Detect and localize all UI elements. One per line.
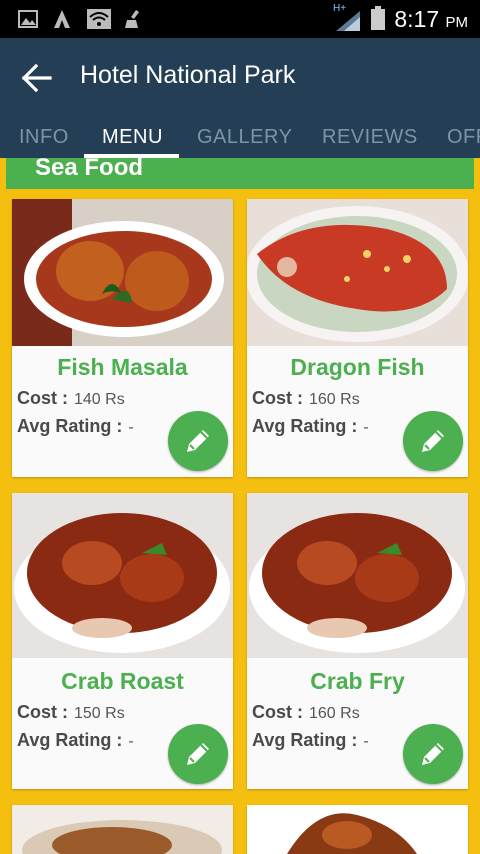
food-name: Crab Fry	[310, 668, 405, 694]
signal-icon	[336, 11, 360, 31]
cost-label: Cost :	[252, 388, 303, 408]
menu-item-card[interactable]: Crab Roast Cost : 150 Rs Avg Rating :-	[12, 493, 233, 789]
rating-value: -	[128, 733, 134, 750]
section-title: Sea Food	[35, 158, 144, 181]
section-header: Sea Food	[6, 158, 474, 189]
edit-button[interactable]	[403, 411, 463, 471]
tab-bar: INFO MENU GALLERY REVIEWS OFF	[0, 122, 480, 158]
wifi-icon	[87, 9, 111, 29]
edit-button[interactable]	[168, 411, 228, 471]
food-image	[12, 805, 233, 854]
cost-value: 140 Rs	[74, 391, 125, 408]
app-bar: Hotel National Park INFO MENU GALLERY RE…	[0, 38, 480, 158]
cost-label: Cost :	[17, 702, 68, 722]
cost-label: Cost :	[17, 388, 68, 408]
pencil-icon	[187, 743, 209, 765]
clock: 8:17 PM	[394, 6, 468, 32]
food-image	[247, 493, 468, 658]
cleaner-icon	[125, 10, 139, 28]
rating-row: Avg Rating :-	[252, 416, 369, 437]
menu-item-card[interactable]: Dragon Fish Cost : 160 Rs Avg Rating :-	[247, 199, 468, 477]
rating-label: Avg Rating :	[252, 730, 358, 750]
cost-value: 160 Rs	[309, 705, 360, 722]
tab-reviews[interactable]: REVIEWS	[322, 126, 418, 149]
tab-gallery[interactable]: GALLERY	[197, 126, 292, 149]
pencil-icon	[187, 430, 209, 452]
food-name: Crab Roast	[61, 668, 184, 694]
rating-label: Avg Rating :	[17, 416, 123, 436]
status-bar: H+ 8:17 PM	[0, 0, 480, 38]
food-name: Fish Masala	[57, 354, 188, 380]
menu-item-card[interactable]	[12, 805, 233, 854]
cost-row: Cost : 160 Rs	[252, 702, 360, 723]
food-image	[247, 805, 468, 854]
food-image	[12, 493, 233, 658]
pencil-icon	[422, 430, 444, 452]
rating-row: Avg Rating :-	[252, 730, 369, 751]
image-icon	[18, 10, 38, 28]
cost-row: Cost : 160 Rs	[252, 388, 360, 409]
edit-button[interactable]	[403, 724, 463, 784]
rating-value: -	[363, 419, 369, 436]
edit-button[interactable]	[168, 724, 228, 784]
back-arrow-icon[interactable]	[20, 62, 56, 94]
cost-label: Cost :	[252, 702, 303, 722]
menu-item-card[interactable]	[247, 805, 468, 854]
cost-value: 160 Rs	[309, 391, 360, 408]
battery-icon	[371, 6, 385, 30]
app-logo-icon	[54, 10, 70, 28]
rating-value: -	[363, 733, 369, 750]
menu-item-card[interactable]: Crab Fry Cost : 160 Rs Avg Rating :-	[247, 493, 468, 789]
food-name: Dragon Fish	[290, 354, 425, 380]
food-image	[247, 199, 468, 346]
rating-value: -	[128, 419, 134, 436]
cost-value: 150 Rs	[74, 705, 125, 722]
tab-info[interactable]: INFO	[19, 126, 69, 149]
food-image	[12, 199, 233, 346]
rating-row: Avg Rating :-	[17, 730, 134, 751]
tab-offers[interactable]: OFF	[447, 126, 480, 149]
rating-label: Avg Rating :	[252, 416, 358, 436]
rating-label: Avg Rating :	[17, 730, 123, 750]
page-title: Hotel National Park	[80, 61, 296, 89]
cost-row: Cost : 140 Rs	[17, 388, 125, 409]
rating-row: Avg Rating :-	[17, 416, 134, 437]
menu-item-card[interactable]: Fish Masala Cost : 140 Rs Avg Rating :-	[12, 199, 233, 477]
cost-row: Cost : 150 Rs	[17, 702, 125, 723]
pencil-icon	[422, 743, 444, 765]
tab-menu[interactable]: MENU	[102, 126, 163, 149]
